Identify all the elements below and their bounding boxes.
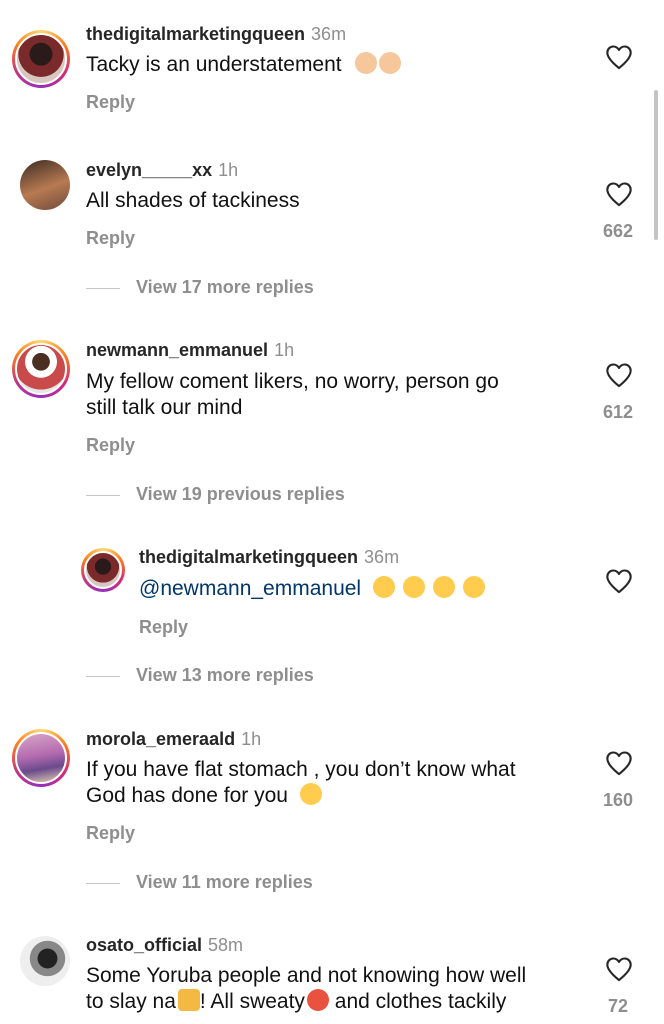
reply-button[interactable]: Reply [86,435,135,456]
view-more-replies-button[interactable]: View 17 more replies [86,277,314,298]
woman-facepalming-emoji [355,52,378,74]
divider-line [86,675,120,677]
avatar[interactable] [12,729,70,787]
hot-face-emoji [306,989,329,1011]
comment-text: All shades of tackiness [86,189,300,212]
comment-time: 36m [311,24,347,44]
comment-text: @newmann_emmanuel [139,576,485,602]
heart-outline-icon[interactable] [605,181,633,207]
comment-time: 36m [364,547,400,567]
reply-button[interactable]: Reply [86,823,135,844]
comment-username[interactable]: osato_official 58m [86,935,243,956]
comment-text: If you have flat stomach , you don’t kno… [86,758,516,807]
view-more-replies-button[interactable]: View 13 more replies [86,665,314,686]
reply-button[interactable]: Reply [86,228,135,249]
comment-username[interactable]: morola_emeraald 1h [86,729,261,750]
avatar[interactable] [20,160,70,210]
tears-of-joy-emoji [372,576,395,598]
comment-username[interactable]: thedigitalmarketingqueen 36m [139,547,399,568]
tears-of-joy-emoji [462,576,485,598]
avatar[interactable] [20,936,70,986]
divider-line [86,882,120,884]
view-previous-replies-button[interactable]: View 19 previous replies [86,484,345,505]
woman-facepalming-emoji [379,52,402,74]
divider-line [86,494,120,496]
reply-button[interactable]: Reply [139,617,188,638]
tears-of-joy-emoji [432,576,455,598]
comment-username[interactable]: thedigitalmarketingqueen 36m [86,24,346,45]
like-count: 612 [602,402,634,422]
avatar[interactable] [12,30,70,88]
comment-username[interactable]: newmann_emmanuel 1h [86,340,294,361]
like-count: 662 [602,221,634,241]
heart-outline-icon[interactable] [605,956,633,982]
avatar[interactable] [81,548,125,592]
comment-time: 1h [241,729,262,749]
comment-time: 1h [218,160,239,180]
scrollbar[interactable] [654,90,658,240]
like-count: 160 [602,790,634,810]
comment-text: My fellow coment likers, no worry, perso… [86,370,499,419]
comment-text: Some Yoruba people and not knowing how w… [86,964,527,1013]
divider-line [86,287,120,289]
like-count: 72 [607,996,629,1016]
heart-outline-icon[interactable] [605,568,633,594]
tears-of-joy-emoji [402,576,425,598]
view-more-replies-button[interactable]: View 11 more replies [86,872,313,893]
reply-button[interactable]: Reply [86,92,135,113]
comment-time: 1h [274,340,295,360]
comment-username[interactable]: evelyn_____xx 1h [86,160,238,181]
avatar[interactable] [12,340,70,398]
comment-time: 58m [208,935,244,955]
heart-outline-icon[interactable] [605,362,633,388]
mention-link[interactable]: @newmann_emmanuel [139,577,361,600]
crying-face-emoji [299,783,322,805]
handshake-emoji [177,989,200,1011]
comment-text: Tacky is an understatement [86,52,402,78]
heart-outline-icon[interactable] [605,750,633,776]
heart-outline-icon[interactable] [605,44,633,70]
